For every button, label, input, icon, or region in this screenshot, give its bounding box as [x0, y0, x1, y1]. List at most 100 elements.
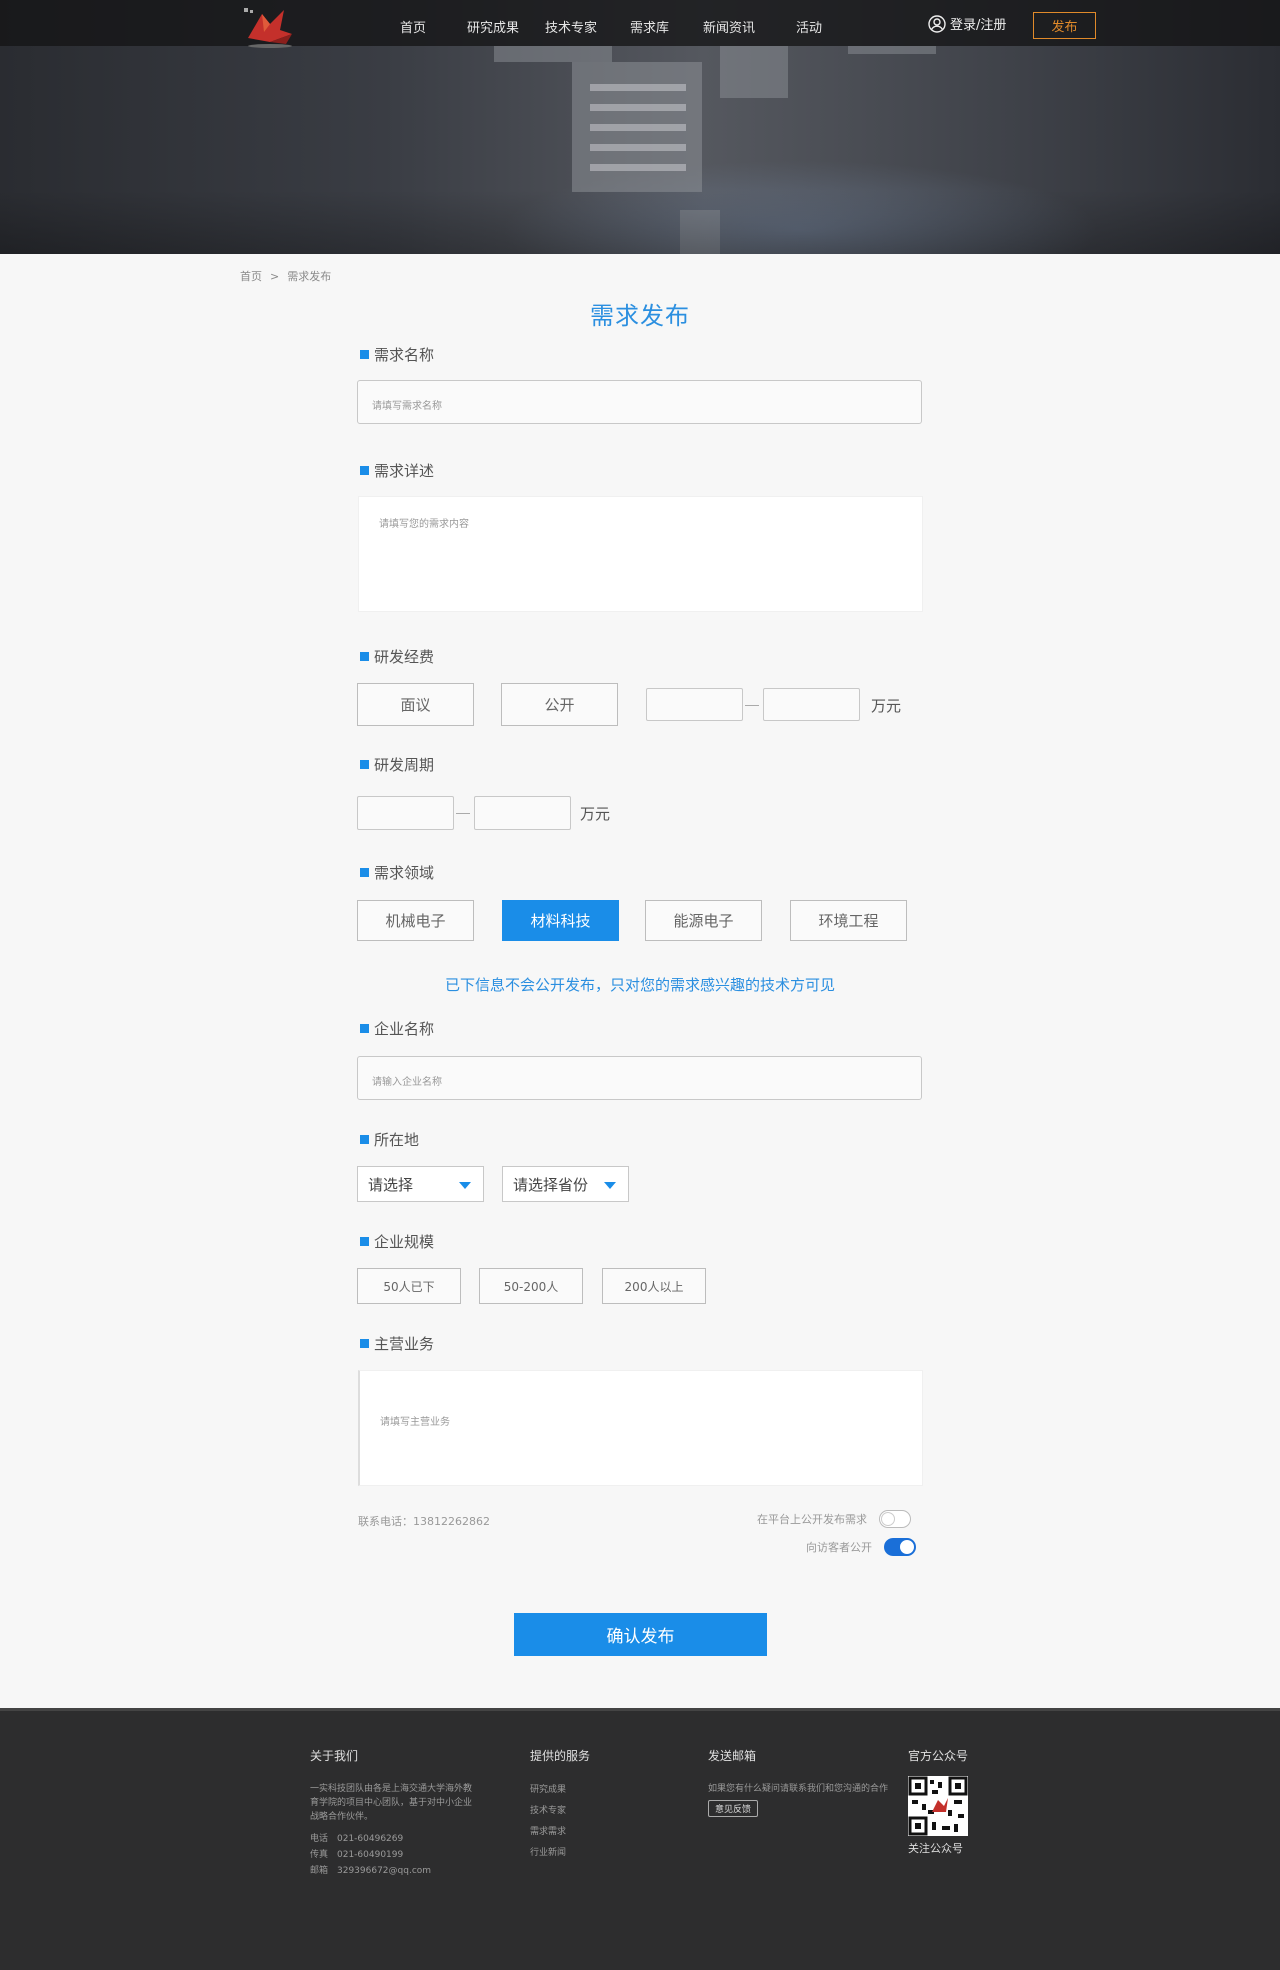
location-label: 所在地 [360, 1129, 419, 1150]
contact-phone: 联系电话：13812262862 [358, 1515, 490, 1528]
domain-energy-button[interactable]: 能源电子 [645, 900, 762, 941]
business-label-text: 主营业务 [374, 1335, 435, 1353]
breadcrumb-current: 需求发布 [287, 270, 332, 283]
company-label: 企业名称 [360, 1018, 434, 1039]
footer-official-title: 官方公众号 [908, 1749, 969, 1763]
chevron-down-icon [604, 1182, 616, 1189]
label-marker [360, 350, 369, 359]
footer-about-title: 关于我们 [310, 1749, 359, 1763]
nav-item-experts[interactable]: 技术专家 [545, 17, 597, 36]
footer-official: 官方公众号 关注公众号 [908, 1747, 968, 1856]
label-marker [360, 1339, 369, 1348]
range-dash [745, 705, 759, 706]
footer-phone: 电话 021-60496269 [310, 1834, 404, 1844]
qr-code-icon [908, 1776, 968, 1836]
hero-shape [720, 46, 788, 98]
business-placeholder: 请填写主营业务 [380, 1417, 450, 1428]
scale-label: 企业规模 [360, 1231, 434, 1252]
footer-link[interactable]: 技术专家 [530, 1803, 590, 1816]
cycle-label-text: 研发周期 [374, 756, 435, 774]
footer-email: 邮箱 329396672@qq.com [310, 1866, 432, 1876]
range-dash [456, 813, 470, 814]
company-name-input[interactable]: 请输入企业名称 [357, 1056, 922, 1100]
footer-mail-title: 发送邮箱 [708, 1749, 757, 1763]
demand-name-input[interactable]: 请填写需求名称 [357, 380, 922, 424]
visitor-toggle[interactable] [884, 1538, 916, 1556]
cycle-unit: 万元 [580, 805, 611, 823]
nav-item-activity[interactable]: 活动 [796, 17, 822, 36]
company-label-text: 企业名称 [374, 1020, 435, 1038]
province-select[interactable]: 请选择省份 [502, 1166, 629, 1202]
footer-official-caption: 关注公众号 [908, 1842, 963, 1855]
footer-link[interactable]: 研究成果 [530, 1782, 590, 1795]
chevron-down-icon [459, 1182, 471, 1189]
main-business-textarea[interactable]: 请填写主营业务 [358, 1370, 923, 1486]
footer-mail: 发送邮箱 如果您有什么疑问请联系我们和您沟通的合作 意见反馈 [708, 1747, 888, 1817]
city-select[interactable]: 请选择 [357, 1166, 484, 1202]
scale-50-200-button[interactable]: 50-200人 [479, 1268, 583, 1304]
public-switch-row: 在平台上公开发布需求 [757, 1510, 911, 1528]
nav-item-demand[interactable]: 需求库 [630, 17, 669, 36]
budget-label: 研发经费 [360, 646, 434, 667]
nav-item-home[interactable]: 首页 [400, 17, 426, 36]
logo[interactable] [240, 4, 300, 48]
label-marker [360, 760, 369, 769]
budget-label-text: 研发经费 [374, 648, 435, 666]
domain-materials-button[interactable]: 材料科技 [502, 900, 619, 941]
label-marker [360, 1024, 369, 1033]
visitor-switch-row: 向访客者公开 [806, 1538, 916, 1556]
visitor-switch-label: 向访客者公开 [806, 1541, 872, 1554]
feedback-button[interactable]: 意见反馈 [708, 1800, 759, 1817]
detail-label-text: 需求详述 [374, 462, 435, 480]
hero-shape [494, 46, 612, 62]
footer-link[interactable]: 行业新闻 [530, 1845, 590, 1858]
footer-about-text: 一实科技团队由各是上海交通大学海外教育学院的项目中心团队，基于对中小企业战略合作… [310, 1784, 473, 1822]
business-label: 主营业务 [360, 1333, 434, 1354]
login-label: 登录/注册 [950, 18, 1007, 33]
domain-label-text: 需求领域 [374, 864, 435, 882]
public-switch-label: 在平台上公开发布需求 [757, 1513, 867, 1526]
city-select-value: 请选择 [368, 1175, 414, 1194]
footer-services: 提供的服务 研究成果 技术专家 需求需求 行业新闻 [530, 1747, 590, 1866]
label-marker [360, 868, 369, 877]
label-marker [360, 652, 369, 661]
nav-item-news[interactable]: 新闻资讯 [703, 17, 755, 36]
footer-link[interactable]: 需求需求 [530, 1824, 590, 1837]
cycle-max-input[interactable] [474, 796, 571, 830]
budget-max-input[interactable] [763, 688, 860, 721]
detail-label: 需求详述 [360, 460, 434, 481]
breadcrumb-home[interactable]: 首页 [240, 270, 262, 283]
budget-min-input[interactable] [646, 688, 743, 721]
budget-negotiable-button[interactable]: 面议 [357, 683, 474, 726]
publish-button[interactable]: 发布 [1033, 12, 1096, 39]
hero-shade [0, 190, 1280, 254]
page-title: 需求发布 [590, 302, 690, 330]
breadcrumb-separator: > [270, 270, 280, 283]
privacy-notice: 已下信息不会公开发布，只对您的需求感兴趣的技术方可见 [444, 976, 835, 994]
login-link[interactable]: 登录/注册 [928, 14, 1006, 33]
label-marker [360, 466, 369, 475]
top-nav: 首页 研究成果 技术专家 需求库 新闻资讯 活动 登录/注册 发布 [0, 0, 1280, 48]
footer-about: 关于我们 一实科技团队由各是上海交通大学海外教育学院的项目中心团队，基于对中小企… [310, 1747, 480, 1878]
budget-public-button[interactable]: 公开 [501, 683, 618, 726]
confirm-publish-button[interactable]: 确认发布 [514, 1613, 767, 1656]
hero-shape [848, 46, 936, 54]
province-select-value: 请选择省份 [513, 1175, 589, 1194]
toggle-knob [881, 1512, 895, 1526]
footer-services-title: 提供的服务 [530, 1749, 591, 1763]
cycle-min-input[interactable] [357, 796, 454, 830]
document-graphic [572, 62, 702, 192]
name-label: 需求名称 [360, 344, 434, 365]
domain-environment-button[interactable]: 环境工程 [790, 900, 907, 941]
public-toggle[interactable] [879, 1510, 911, 1528]
cycle-label: 研发周期 [360, 754, 434, 775]
location-label-text: 所在地 [374, 1131, 420, 1149]
nav-item-research[interactable]: 研究成果 [467, 17, 519, 36]
scale-over-200-button[interactable]: 200人以上 [602, 1268, 706, 1304]
footer: 关于我们 一实科技团队由各是上海交通大学海外教育学院的项目中心团队，基于对中小企… [0, 1708, 1280, 1970]
demand-detail-textarea[interactable]: 请填写您的需求内容 [358, 496, 923, 612]
domain-mechanical-button[interactable]: 机械电子 [357, 900, 474, 941]
user-icon [928, 14, 946, 33]
scale-label-text: 企业规模 [374, 1233, 435, 1251]
scale-under-50-button[interactable]: 50人已下 [357, 1268, 461, 1304]
